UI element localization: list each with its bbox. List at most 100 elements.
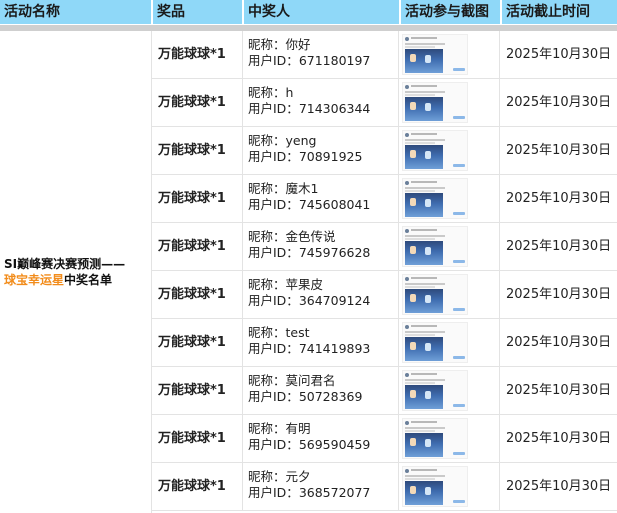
nickname-label: 昵称：: [248, 181, 286, 196]
participation-screenshot-thumbnail[interactable]: [402, 226, 468, 267]
nickname-label: 昵称：: [248, 85, 286, 100]
thumb-text-line: [405, 430, 435, 432]
screenshot-cell: [399, 223, 500, 270]
winner-cell: 昵称：你好 用户ID：671180197: [243, 31, 399, 78]
winner-cell: 昵称：魔木1 用户ID：745608041: [243, 175, 399, 222]
participation-screenshot-thumbnail[interactable]: [402, 130, 468, 171]
deadline-cell: 2025年10月30日: [506, 335, 612, 350]
thumb-text-line: [411, 421, 437, 423]
thumb-text-line: [405, 283, 445, 285]
deadline-cell: 2025年10月30日: [506, 239, 612, 254]
nickname-label: 昵称：: [248, 277, 286, 292]
thumb-text-line: [405, 91, 445, 93]
nickname-label: 昵称：: [248, 469, 286, 484]
userid-value: 569590459: [298, 437, 371, 452]
thumb-footer: [453, 164, 465, 167]
userid-label: 用户ID：: [248, 485, 299, 500]
winner-nickname: 昵称：元夕: [248, 469, 398, 485]
winner-nickname: 昵称：你好: [248, 37, 398, 53]
activity-title-suffix: 中奖名单: [64, 273, 113, 287]
thumb-text-line: [405, 331, 445, 333]
thumb-text-line: [405, 286, 435, 288]
nickname-value: 苹果皮: [285, 277, 324, 292]
nickname-value: 你好: [285, 37, 311, 52]
table-row: 万能球球*1 昵称：莫问君名 用户ID：50728369 2025年10月30日: [152, 367, 617, 415]
prize-cell: 万能球球*1: [152, 79, 243, 126]
thumb-footer: [453, 356, 465, 359]
winner-nickname: 昵称：test: [248, 325, 398, 341]
participation-screenshot-thumbnail[interactable]: [402, 322, 468, 363]
screenshot-cell: [399, 127, 500, 174]
thumb-image: [405, 385, 443, 409]
activity-title-highlight: 球宝幸运星: [4, 273, 65, 287]
thumb-text-line: [405, 142, 435, 144]
table-row: 万能球球*1 昵称：你好 用户ID：671180197 2025年10月30日: [152, 31, 617, 79]
thumb-text-line: [405, 475, 445, 477]
prize-cell: 万能球球*1: [152, 31, 243, 78]
thumb-text-line: [405, 43, 445, 45]
winner-userid: 用户ID：741419893: [248, 341, 398, 357]
thumb-text-line: [405, 187, 445, 189]
thumb-text-line: [411, 277, 437, 279]
deadline-cell: 2025年10月30日: [506, 191, 612, 206]
deadline-cell: 2025年10月30日: [506, 287, 612, 302]
thumb-avatar: [405, 85, 409, 89]
deadline-cell: 2025年10月30日: [506, 95, 612, 110]
winner-cell: 昵称：元夕 用户ID：368572077: [243, 463, 399, 510]
participation-screenshot-thumbnail[interactable]: [402, 34, 468, 75]
thumb-footer: [453, 500, 465, 503]
userid-label: 用户ID：: [248, 389, 299, 404]
winner-userid: 用户ID：745976628: [248, 245, 398, 261]
winner-nickname: 昵称：莫问君名: [248, 373, 398, 389]
deadline-cell: 2025年10月30日: [506, 431, 612, 446]
thumb-image: [405, 241, 443, 265]
nickname-value: 莫问君名: [285, 373, 336, 388]
table-row: 万能球球*1 昵称：元夕 用户ID：368572077 2025年10月30日: [152, 463, 617, 511]
thumb-text-line: [411, 325, 437, 327]
userid-label: 用户ID：: [248, 437, 299, 452]
participation-screenshot-thumbnail[interactable]: [402, 82, 468, 123]
participation-screenshot-thumbnail[interactable]: [402, 418, 468, 459]
header-prize: 奖品: [153, 0, 242, 24]
thumb-text-line: [405, 478, 435, 480]
participation-screenshot-thumbnail[interactable]: [402, 274, 468, 315]
thumb-text-line: [411, 229, 437, 231]
thumb-avatar: [405, 421, 409, 425]
deadline-cell: 2025年10月30日: [506, 479, 612, 494]
participation-screenshot-thumbnail[interactable]: [402, 370, 468, 411]
thumb-footer: [453, 68, 465, 71]
thumb-image: [405, 337, 443, 361]
thumb-footer: [453, 452, 465, 455]
screenshot-cell: [399, 271, 500, 318]
thumb-text-line: [411, 469, 437, 471]
thumb-text-line: [405, 235, 445, 237]
prize-cell: 万能球球*1: [152, 175, 243, 222]
thumb-footer: [453, 308, 465, 311]
userid-label: 用户ID：: [248, 245, 299, 260]
winner-nickname: 昵称：有明: [248, 421, 398, 437]
winner-userid: 用户ID：569590459: [248, 437, 398, 453]
nickname-value: h: [285, 85, 294, 100]
userid-value: 745608041: [298, 197, 371, 212]
thumb-text-line: [405, 190, 435, 192]
nickname-label: 昵称：: [248, 421, 286, 436]
userid-value: 368572077: [298, 485, 371, 500]
winner-nickname: 昵称：苹果皮: [248, 277, 398, 293]
thumb-text-line: [405, 334, 435, 336]
thumb-footer: [453, 116, 465, 119]
userid-value: 741419893: [298, 341, 371, 356]
participation-screenshot-thumbnail[interactable]: [402, 178, 468, 219]
participation-screenshot-thumbnail[interactable]: [402, 466, 468, 507]
nickname-label: 昵称：: [248, 373, 286, 388]
winner-cell: 昵称：苹果皮 用户ID：364709124: [243, 271, 399, 318]
table-row: 万能球球*1 昵称：魔木1 用户ID：745608041 2025年10月30日: [152, 175, 617, 223]
winner-list-page: 活动名称 奖品 中奖人 活动参与截图 活动截止时间 SI巅峰赛决赛预测—— 球宝…: [0, 0, 617, 513]
thumb-text-line: [411, 133, 437, 135]
thumb-text-line: [405, 382, 435, 384]
thumb-text-line: [411, 37, 437, 39]
deadline-cell: 2025年10月30日: [506, 47, 612, 62]
userid-label: 用户ID：: [248, 293, 299, 308]
thumb-image: [405, 193, 443, 217]
winner-nickname: 昵称：h: [248, 85, 398, 101]
thumb-text-line: [405, 238, 435, 240]
